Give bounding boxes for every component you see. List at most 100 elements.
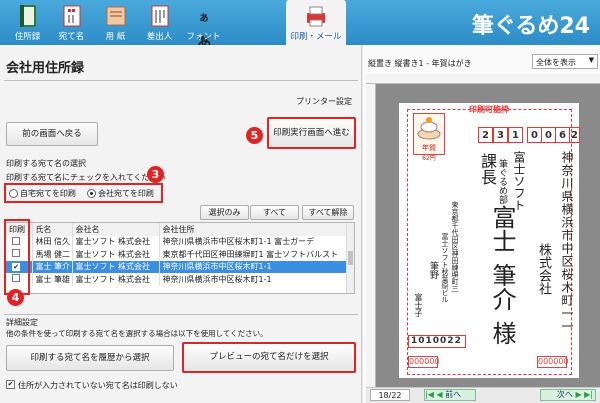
lottery-number-right: 000000 <box>537 356 569 368</box>
tab-print-mail[interactable]: 印刷・メール <box>286 0 346 45</box>
table-row[interactable]: 馬場 健二 富士ソフト 株式会社 東京都千代田区神田練塀町1 富士ソフトバルスト <box>6 248 349 261</box>
radio-home-label: 自宅宛てを印刷 <box>20 189 76 198</box>
column-header-company[interactable]: 会社名 <box>72 223 160 236</box>
recipient-honorific: 様 <box>488 321 516 345</box>
paper-icon <box>106 6 126 26</box>
radio-company[interactable] <box>87 189 96 198</box>
row-name: 富士 筆介 <box>32 260 73 273</box>
font-icon: ああ <box>193 4 215 52</box>
detail-divider <box>4 314 358 315</box>
zip-digit: 0 <box>541 127 556 143</box>
table-scrollbar-thumb[interactable] <box>348 251 353 265</box>
skip-empty-checkbox[interactable]: ✔ <box>6 380 15 389</box>
zip-digit: 1 <box>508 127 523 143</box>
table-header-row: 印刷 氏名 会社名 会社住所 <box>6 223 349 236</box>
tab-recipient-label: 宛て名 <box>58 32 85 42</box>
zip-digit: 3 <box>493 127 508 143</box>
recipient-address: 神奈川県横浜市中区桜木町一一 <box>560 151 574 333</box>
zoom-select[interactable]: 全体を表示 ▼ <box>532 54 598 69</box>
back-button[interactable]: 前の画面へ戻る <box>6 122 98 146</box>
table-row-selected[interactable]: ✔ 富士 筆介 富士ソフト 株式会社 神奈川県横浜市中区桜木町1-1 <box>6 260 349 273</box>
printer-settings-link[interactable]: プリンター設定 <box>296 96 352 107</box>
tab-paper-label: 用 紙 <box>105 32 126 42</box>
tab-recipient[interactable]: 宛て名 <box>50 0 93 45</box>
row-company: 富士ソフト 株式会社 <box>72 235 160 248</box>
column-header-address[interactable]: 会社住所 <box>159 223 349 236</box>
kagami-mochi-icon <box>417 117 441 140</box>
page-title: 会社用住所録 <box>6 61 85 76</box>
stamp-image: 年賀 62円 <box>413 113 445 162</box>
row-address: 神奈川県横浜市中区桜木町1-1 富士ガーデ <box>159 235 349 248</box>
tab-print-mail-label: 印刷・メール <box>290 32 342 42</box>
tab-address-book[interactable]: 住所録 <box>6 0 49 45</box>
row-name: 富士 筆雄 <box>32 273 73 286</box>
row-address: 神奈川県横浜市中区桜木町1-1 <box>159 273 349 286</box>
step-badge-3: 3 <box>147 166 164 183</box>
sender-name-1: 筆野 <box>428 261 438 279</box>
row-company: 富士ソフト 株式会社 <box>72 248 160 261</box>
tab-address-book-label: 住所録 <box>14 32 41 42</box>
horizontal-ruler <box>366 74 600 84</box>
select-section-heading: 印刷する宛て名の選択 <box>6 159 86 168</box>
skip-empty-label: 住所が入力されていない宛て名は印刷しない <box>18 381 178 390</box>
radio-home[interactable] <box>9 189 18 198</box>
history-select-button[interactable]: 印刷する宛て名を履歴から選択 <box>6 345 174 371</box>
vertical-ruler <box>366 84 376 387</box>
address-type-radio-group: 自宅宛てを印刷 会社宛てを印刷 <box>4 183 163 203</box>
stamp-text: 年賀 <box>422 144 436 152</box>
table-scrollbar[interactable] <box>346 223 354 293</box>
zip-digit: 2 <box>478 127 493 143</box>
chevron-down-icon: ▼ <box>588 56 594 64</box>
layout-info: 縦置き 縦書き1 - 年賀はがき <box>368 59 472 68</box>
row-company: 富士ソフト 株式会社 <box>72 260 160 273</box>
next-page-button[interactable]: 次へ ▶ ▶| <box>540 389 596 401</box>
zoom-select-value: 全体を表示 <box>536 58 576 67</box>
table-row[interactable]: 富士 筆雄 富士ソフト 株式会社 神奈川県横浜市中区桜木町1-1 <box>6 273 349 286</box>
row-name: 林田 信久 <box>32 235 73 248</box>
recipient-given-name: 筆介 <box>488 263 516 311</box>
sender-building: 富士ソフト秋葉原ビル <box>441 233 449 303</box>
sender-address: 東京都千代田区神田練塀町三 <box>451 201 459 292</box>
recipient-company-line1: 株式会社 <box>536 243 551 295</box>
select-all-button[interactable]: すべて <box>250 205 299 220</box>
row-name: 馬場 健二 <box>32 248 73 261</box>
column-header-name[interactable]: 氏名 <box>32 223 73 236</box>
select-instruction: 印刷する宛て名にチェックを入れてください <box>6 173 166 182</box>
app-logo: 筆ぐるめ24 <box>471 14 590 39</box>
recipient-surname: 富士 <box>488 205 516 253</box>
zip-digit: 0 <box>527 127 542 143</box>
row-address: 東京都千代田区神田練塀町1 富士ソフトバルスト <box>159 248 349 261</box>
font-icon-small-glyph: あ <box>199 14 209 24</box>
tab-paper[interactable]: 用 紙 <box>94 0 137 45</box>
next-page-label: 次へ <box>556 390 573 399</box>
prev-page-label: 前へ <box>445 390 462 399</box>
recipient-table: 印刷 氏名 会社名 会社住所 林田 信久 富士ソフト 株式会社 神奈川県横浜市中… <box>5 222 355 294</box>
title-divider <box>4 80 358 81</box>
envelope-icon <box>63 5 81 27</box>
recipient-title: 課長 <box>478 153 497 185</box>
tab-sender[interactable]: 差出人 <box>138 0 181 45</box>
first-page-icon: |◀ ◀ <box>425 390 443 399</box>
zip-digit: 2 <box>569 127 580 143</box>
table-row[interactable]: 林田 信久 富士ソフト 株式会社 神奈川県横浜市中区桜木町1-1 富士ガーデ <box>6 235 349 248</box>
preview-only-select-button[interactable]: プレビューの宛て名だけを選択 <box>182 342 356 373</box>
step-badge-5: 5 <box>246 127 263 144</box>
sender-zip: 1010022 <box>408 335 466 348</box>
row-company: 富士ソフト 株式会社 <box>72 273 160 286</box>
step-badge-4: 4 <box>7 289 24 306</box>
print-run-button[interactable]: 印刷実行画面へ進む <box>267 117 356 149</box>
main-toolbar: 住所録 宛て名 用 紙 差出人 ああ フォント 印刷・メール 筆ぐるめ24 <box>0 0 600 52</box>
sender-icon <box>151 5 169 27</box>
zip-digit: 6 <box>555 127 570 143</box>
tab-font[interactable]: ああ フォント <box>182 0 225 52</box>
prev-page-button[interactable]: |◀ ◀ 前へ <box>424 389 476 401</box>
postcard-preview[interactable]: 印刷可能枠 年賀 62円 2 3 1 0 0 6 2 神奈川県横浜市中区桜木町一… <box>398 102 580 379</box>
row-address: 神奈川県横浜市中区桜木町1-1 <box>159 260 349 273</box>
detail-note: 他の条件を使って印刷する宛て名を選択する場合は以下を使用してください。 <box>6 329 268 338</box>
select-only-button[interactable]: 選択のみ <box>200 205 249 220</box>
detail-heading: 詳細設定 <box>6 318 38 327</box>
radio-company-dot <box>90 192 93 195</box>
printable-area-label: 印刷可能枠 <box>469 105 509 114</box>
clear-all-button[interactable]: すべて解除 <box>302 205 354 220</box>
stamp-sub: 62円 <box>422 155 436 162</box>
